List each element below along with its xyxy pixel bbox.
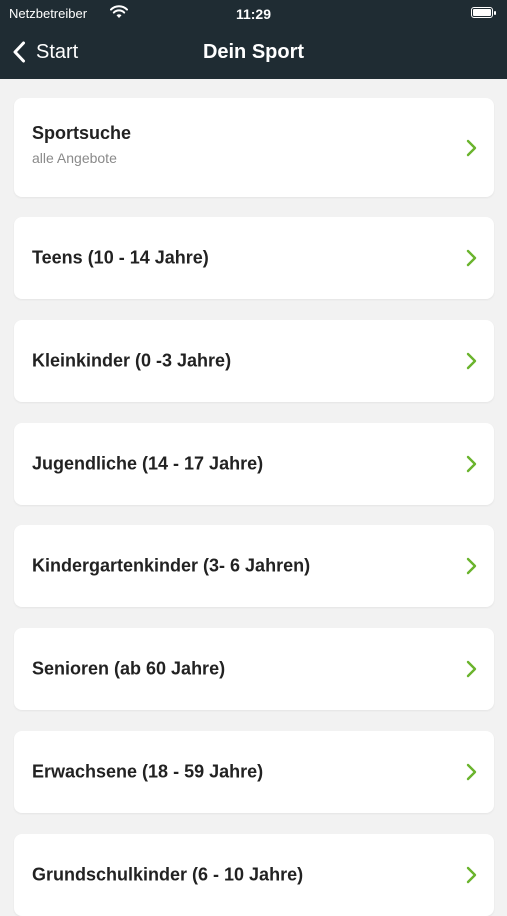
list-item-label: Kindergartenkinder (3- 6 Jahren): [32, 555, 311, 576]
clock: 11:29: [235, 6, 272, 22]
chevron-right-icon: [466, 557, 477, 575]
list-item-label: Senioren (ab 60 Jahre): [32, 658, 226, 679]
list-item-label: Kleinkinder (0 -3 Jahre): [32, 350, 232, 371]
chevron-right-icon: [466, 352, 477, 370]
list-item-label: Teens (10 - 14 Jahre): [32, 247, 209, 268]
chevron-right-icon: [466, 139, 477, 156]
chevron-right-icon: [466, 660, 477, 678]
battery-icon: [471, 7, 496, 18]
chevron-right-icon: [466, 763, 477, 781]
status-bar: Netzbetreiber 11:29: [0, 0, 507, 28]
list-item-teens[interactable]: Teens (10 - 14 Jahre): [14, 217, 494, 299]
list-item-sportsuche[interactable]: Sportsuche alle Angebote: [14, 98, 494, 197]
list-item-sublabel: alle Angebote: [32, 150, 117, 166]
chevron-right-icon: [466, 455, 477, 473]
list-item-jugendliche[interactable]: Jugendliche (14 - 17 Jahre): [14, 423, 494, 505]
chevron-right-icon: [466, 249, 477, 267]
list-item-kindergartenkinder[interactable]: Kindergartenkinder (3- 6 Jahren): [14, 525, 494, 607]
list-item-kleinkinder[interactable]: Kleinkinder (0 -3 Jahre): [14, 320, 494, 402]
list-item-label: Erwachsene (18 - 59 Jahre): [32, 761, 264, 782]
list-item-grundschulkinder[interactable]: Grundschulkinder (6 - 10 Jahre): [14, 834, 494, 916]
chevron-right-icon: [466, 866, 477, 884]
header-bar: Netzbetreiber 11:29 Start Dein Sport: [0, 0, 507, 79]
list-item-label: Jugendliche (14 - 17 Jahre): [32, 453, 264, 474]
list-item-erwachsene[interactable]: Erwachsene (18 - 59 Jahre): [14, 731, 494, 813]
list-item-label: Grundschulkinder (6 - 10 Jahre): [32, 864, 304, 885]
list-item-label: Sportsuche: [32, 123, 132, 143]
navigation-bar: Start Dein Sport: [0, 30, 507, 74]
page-title: Dein Sport: [202, 41, 305, 63]
list-item-senioren[interactable]: Senioren (ab 60 Jahre): [14, 628, 494, 710]
